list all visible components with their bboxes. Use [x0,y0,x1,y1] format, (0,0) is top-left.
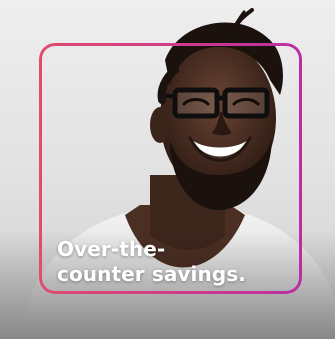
promo-headline: Over-the- counter savings. [57,237,297,287]
promo-card[interactable]: Over-the- counter savings. [0,0,335,339]
headline-line-2: counter savings. [57,262,246,286]
headline-line-1: Over-the- [57,237,166,261]
